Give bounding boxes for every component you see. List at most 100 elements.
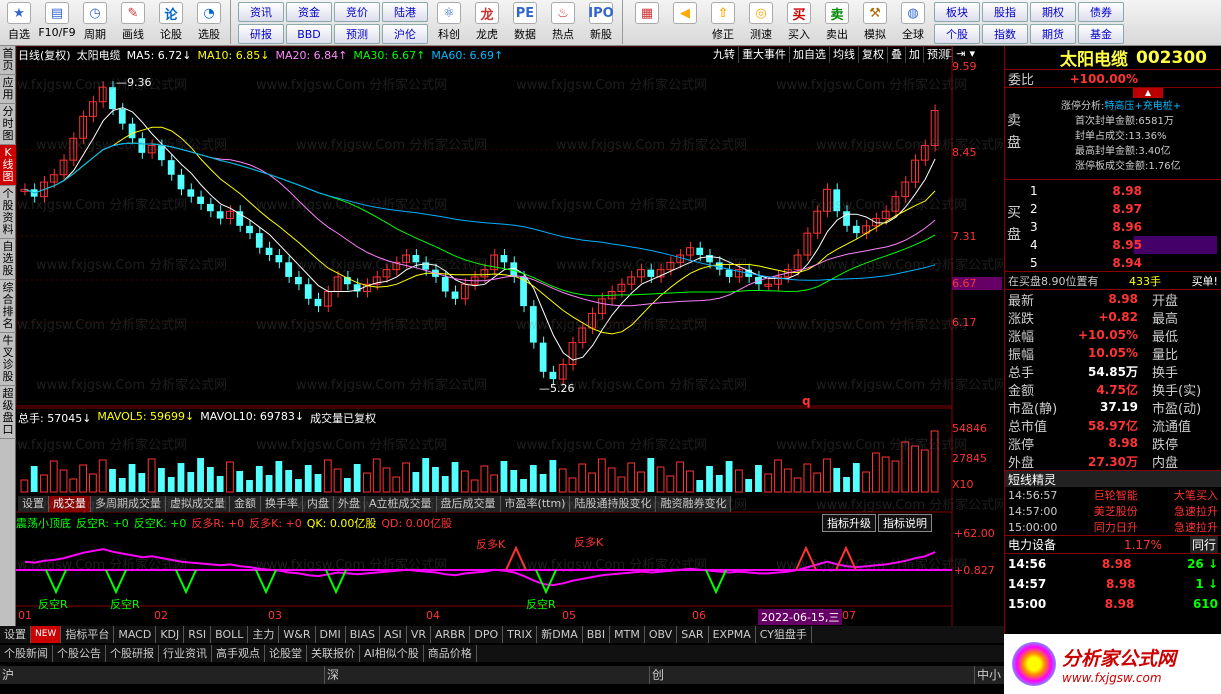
grid1-button-4[interactable]: 研报 (238, 24, 284, 44)
grid2-button-7[interactable]: 基金 (1078, 24, 1124, 44)
volume-tab-1[interactable]: 成交量 (49, 496, 91, 512)
indicator-tab-14[interactable]: DPO (470, 626, 504, 643)
tb1-button-1[interactable]: ▤ F10/F9 (38, 0, 76, 44)
grid1-button-5[interactable]: BBD (286, 24, 332, 44)
tb2-button-1[interactable]: 龙龙虎 (468, 0, 506, 44)
bid-row[interactable]: 1 8.98 (1027, 182, 1217, 200)
tb1-button-3[interactable]: ✎ 画线 (114, 0, 152, 44)
grid1-button-0[interactable]: 资讯 (238, 2, 284, 22)
grid2-button-6[interactable]: 期货 (1030, 24, 1076, 44)
leftnav-item-8[interactable]: 超级盘口 (0, 386, 16, 439)
sector-button[interactable]: 同行 (1189, 536, 1218, 553)
status-zx[interactable]: 中小 (975, 666, 1001, 684)
tb1-button-5[interactable]: ◔ 选股 (190, 0, 228, 44)
volume-tab-3[interactable]: 虚拟成交量 (166, 496, 230, 512)
tb2-button-4[interactable]: IPO 新股 (582, 0, 620, 44)
volume-tab-7[interactable]: 外盘 (334, 496, 365, 512)
tb2-button-0[interactable]: ⚛ 科创 (430, 0, 468, 44)
volume-tab-6[interactable]: 内盘 (303, 496, 334, 512)
indicator-tab-0[interactable]: 设置 (0, 626, 31, 643)
bid-row[interactable]: 5 8.94 (1027, 254, 1217, 272)
indicator-tab-6[interactable]: BOLL (211, 626, 249, 643)
grid1-button-1[interactable]: 资金 (286, 2, 332, 22)
bottom-tab-4[interactable]: 高手观点 (212, 645, 265, 662)
leftnav-item-1[interactable]: 应用 (0, 75, 16, 104)
tb3-button-2[interactable]: ⇧ 修正 (704, 0, 742, 44)
grid2-button-2[interactable]: 期权 (1030, 2, 1076, 22)
indicator-tab-9[interactable]: DMI (316, 626, 346, 643)
indicator-tab-12[interactable]: VR (407, 626, 431, 643)
leftnav-item-7[interactable]: 牛叉诊股 (0, 333, 16, 386)
bottom-tab-2[interactable]: 个股研报 (106, 645, 159, 662)
indicator-tab-5[interactable]: RSI (184, 626, 212, 643)
tb1-button-0[interactable]: ★ 自选 (0, 0, 38, 44)
tb3-button-7[interactable]: ◍ 全球 (894, 0, 932, 44)
indicator-tab-3[interactable]: MACD (114, 626, 157, 643)
leftnav-item-3[interactable]: K线图 (0, 145, 16, 186)
volume-tab-11[interactable]: 陆股通持股变化 (570, 496, 657, 512)
grid1-button-7[interactable]: 沪伦 (382, 24, 428, 44)
tb3-button-0[interactable]: ▦ (628, 0, 666, 44)
indicator-tab-7[interactable]: 主力 (248, 626, 280, 643)
grid1-button-6[interactable]: 预测 (334, 24, 380, 44)
volume-tab-0[interactable]: 设置 (18, 496, 49, 512)
leftnav-item-5[interactable]: 自选股 (0, 239, 16, 280)
indicator-tab-16[interactable]: 新DMA (537, 626, 583, 643)
bottom-tab-7[interactable]: AI相似个股 (360, 645, 424, 662)
status-sz[interactable]: 深 (325, 666, 650, 684)
indicator-tab-19[interactable]: OBV (645, 626, 678, 643)
volume-tab-10[interactable]: 市盈率(ttm) (501, 496, 571, 512)
bottom-tab-6[interactable]: 关联报价 (307, 645, 360, 662)
volume-tab-9[interactable]: 盘后成交量 (437, 496, 501, 512)
grid2-button-3[interactable]: 债券 (1078, 2, 1124, 22)
leftnav-item-4[interactable]: 个股资料 (0, 186, 16, 239)
grid2-button-4[interactable]: 个股 (934, 24, 980, 44)
bottom-tab-3[interactable]: 行业资讯 (159, 645, 212, 662)
volume-tab-8[interactable]: A立桩成交量 (365, 496, 437, 512)
tb3-button-5[interactable]: 卖卖出 (818, 0, 856, 44)
indicator-tab-20[interactable]: SAR (677, 626, 709, 643)
bid-row[interactable]: 3 8.96 (1027, 218, 1217, 236)
grid2-button-5[interactable]: 指数 (982, 24, 1028, 44)
tb3-button-4[interactable]: 买买入 (780, 0, 818, 44)
news-item[interactable]: 15:00:00 同力日升 急速拉升 (1005, 519, 1221, 535)
indicator-help-button[interactable]: 指标说明 (878, 514, 932, 532)
tb1-button-4[interactable]: 论论股 (152, 0, 190, 44)
queue-button[interactable]: 买单! (1192, 273, 1218, 289)
volume-tab-12[interactable]: 融资融券变化 (656, 496, 732, 512)
indicator-tab-10[interactable]: BIAS (346, 626, 381, 643)
indicator-tab-4[interactable]: KDJ (156, 626, 185, 643)
tb3-button-6[interactable]: ⚒ 模拟 (856, 0, 894, 44)
indicator-tab-15[interactable]: TRIX (503, 626, 538, 643)
indicator-tab-2[interactable]: 指标平台 (61, 626, 115, 643)
indicator-tab-11[interactable]: ASI (380, 626, 407, 643)
indicator-tab-17[interactable]: BBI (583, 626, 611, 643)
grid2-button-1[interactable]: 股指 (982, 2, 1028, 22)
volume-tab-4[interactable]: 金额 (230, 496, 261, 512)
indicator-tab-13[interactable]: ARBR (431, 626, 471, 643)
tb1-button-2[interactable]: ◷ 周期 (76, 0, 114, 44)
bottom-tab-5[interactable]: 论股堂 (265, 645, 307, 662)
leftnav-item-2[interactable]: 分时图 (0, 104, 16, 145)
leftnav-item-6[interactable]: 综合排名 (0, 280, 16, 333)
tb3-button-3[interactable]: ◎ 测速 (742, 0, 780, 44)
news-item[interactable]: 14:56:57 巨轮智能 大笔买入 (1005, 487, 1221, 503)
grid2-button-0[interactable]: 板块 (934, 2, 980, 22)
collapse-arrow-icon[interactable]: ▲ (1133, 88, 1163, 98)
grid1-button-2[interactable]: 竞价 (334, 2, 380, 22)
indicator-tab-1[interactable]: NEW (31, 626, 62, 643)
indicator-upgrade-button[interactable]: 指标升级 (822, 514, 876, 532)
leftnav-item-0[interactable]: 首页 (0, 46, 16, 75)
bid-row[interactable]: 4 8.95 (1027, 236, 1217, 254)
tb3-button-1[interactable]: ◀ (666, 0, 704, 44)
indicator-tab-18[interactable]: MTM (610, 626, 645, 643)
volume-tab-5[interactable]: 换手率 (261, 496, 303, 512)
bid-row[interactable]: 2 8.97 (1027, 200, 1217, 218)
status-sh[interactable]: 沪 (0, 666, 325, 684)
tb2-button-2[interactable]: PE 数据 (506, 0, 544, 44)
tb2-button-3[interactable]: ♨ 热点 (544, 0, 582, 44)
bottom-tab-1[interactable]: 个股公告 (53, 645, 106, 662)
status-cy[interactable]: 创 (650, 666, 975, 684)
indicator-tab-22[interactable]: CY狙盘手 (756, 626, 812, 643)
news-item[interactable]: 14:57:00 美芝股份 急速拉升 (1005, 503, 1221, 519)
